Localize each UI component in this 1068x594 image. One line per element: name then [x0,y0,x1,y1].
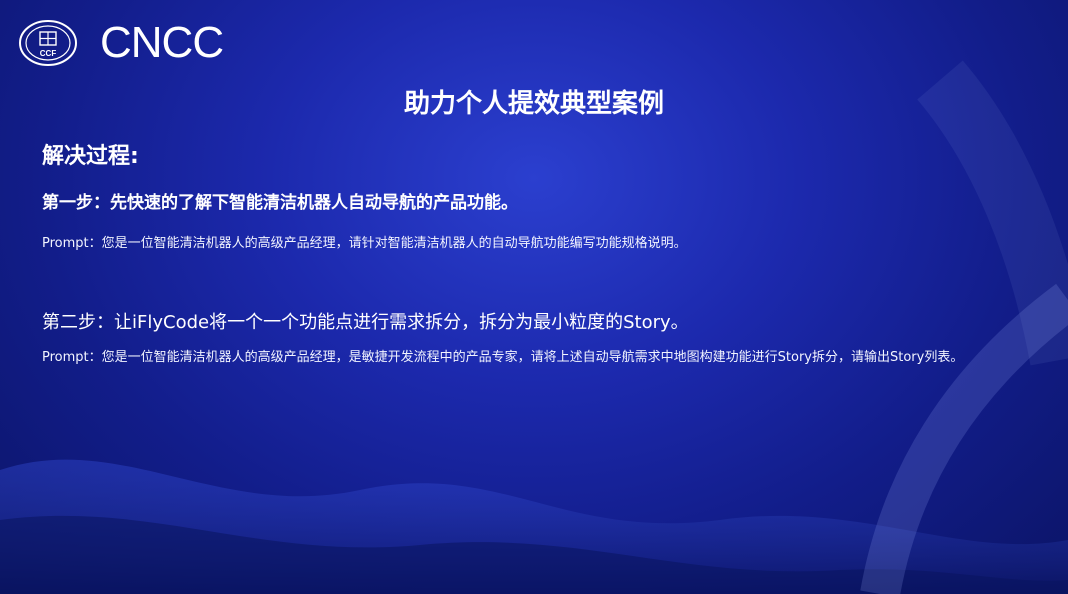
ccf-seal-text: CCF [40,49,57,58]
cncc-logo: CNCC [100,18,224,67]
step-two-prompt: Prompt：您是一位智能清洁机器人的高级产品经理，是敏捷开发流程中的产品专家，… [42,350,964,365]
section-label: 解决过程: [42,144,139,169]
slide-title: 助力个人提效典型案例 [403,89,664,119]
ccf-seal-logo: CCF [19,20,77,66]
header-logos: CCF CNCC [18,18,224,68]
step-one-heading: 第一步：先快速的了解下智能清洁机器人自动导航的产品功能。 [42,193,518,213]
presentation-slide: CCF CNCC 助力个人提效典型案例 解决过程: 第一步：先快速的了解下智能清… [0,0,1068,594]
step-one-prompt: Prompt：您是一位智能清洁机器人的高级产品经理，请针对智能清洁机器人的自动导… [42,236,687,251]
step-two-heading: 第二步：让iFlyCode将一个一个功能点进行需求拆分，拆分为最小粒度的Stor… [42,312,689,333]
